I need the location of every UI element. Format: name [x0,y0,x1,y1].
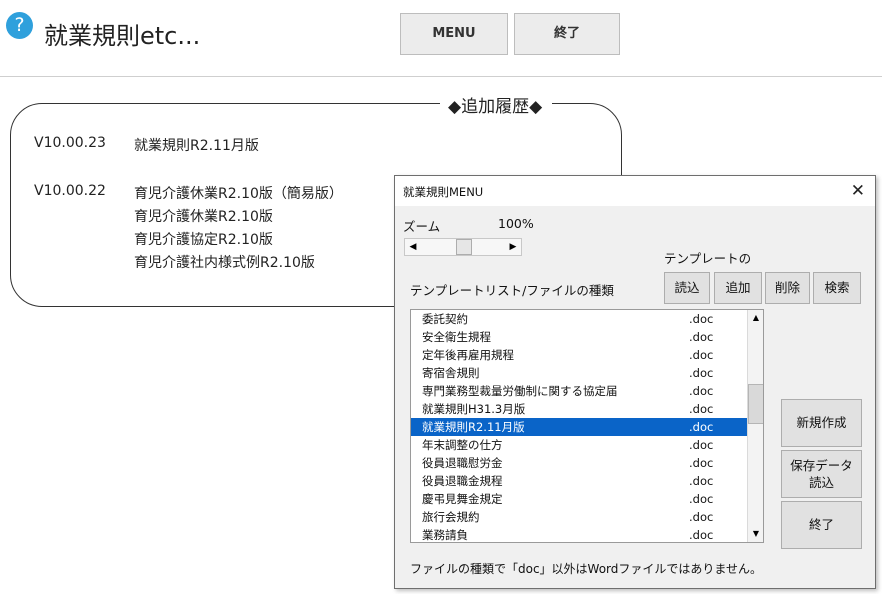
list-item-name: 就業規則R2.11月版 [422,420,525,434]
history-title: ◆追加履歴◆ [440,92,553,117]
list-item-ext: .doc [689,366,714,380]
list-item-name: 寄宿舎規則 [422,366,480,380]
list-item-ext: .doc [689,456,714,470]
scroll-up-icon[interactable]: ▲ [749,311,763,325]
scroll-left-icon[interactable]: ◀ [406,240,420,254]
zoom-scroll-thumb[interactable] [456,239,472,255]
scroll-right-icon[interactable]: ▶ [506,240,520,254]
search-button[interactable]: 検索 [813,272,861,304]
list-item-name: 委託契約 [422,312,468,326]
list-item-name: 就業規則H31.3月版 [422,402,526,416]
load-saved-data-button[interactable]: 保存データ 読込 [781,450,862,498]
list-item-name: 専門業務型裁量労働制に関する協定届 [422,384,618,398]
menu-button[interactable]: MENU [400,13,508,55]
close-icon[interactable]: ✕ [851,181,865,201]
read-button[interactable]: 読込 [664,272,710,304]
list-item-name: 業務請負 [422,528,468,542]
exit-button[interactable]: 終了 [514,13,620,55]
list-item[interactable]: 役員退職金規程 .doc [411,472,747,490]
list-item-ext: .doc [689,474,714,488]
list-header-label: テンプレートリスト/ファイルの種類 [410,283,614,298]
list-item[interactable]: 委託契約 .doc [411,310,747,328]
list-item-name: 定年後再雇用規程 [422,348,514,362]
new-document-button[interactable]: 新規作成 [781,399,862,447]
zoom-value: 100% [498,216,534,231]
list-item-name: 旅行会規約 [422,510,480,524]
list-item[interactable]: 安全衛生規程 .doc [411,328,747,346]
list-item-ext: .doc [689,330,714,344]
load-saved-line1: 保存データ [790,458,853,473]
dialog-exit-button[interactable]: 終了 [781,501,862,549]
list-item-ext: .doc [689,438,714,452]
template-list[interactable]: 委託契約 .doc 安全衛生規程 .doc 定年後再雇用規程 .doc 寄宿舎規則 .d… [410,309,764,543]
list-item[interactable]: 業務請負 .doc [411,526,747,542]
list-item[interactable]: 就業規則H31.3月版 .doc [411,400,747,418]
template-group-label: テンプレートの [664,251,752,266]
list-item[interactable]: 定年後再雇用規程 .doc [411,346,747,364]
scroll-down-icon[interactable]: ▼ [749,527,763,541]
add-button[interactable]: 追加 [714,272,762,304]
load-saved-line2: 読込 [808,475,834,490]
list-item-ext: .doc [689,348,714,362]
history-version: V10.00.22 [34,183,106,199]
list-item[interactable]: 専門業務型裁量労働制に関する協定届 .doc [411,382,747,400]
list-item-name: 年末調整の仕方 [422,438,503,452]
list-item-ext: .doc [689,420,714,434]
list-item[interactable]: 旅行会規約 .doc [411,508,747,526]
page-title: 就業規則etc... [44,22,201,50]
help-icon[interactable]: ? [6,12,33,39]
list-item[interactable]: 寄宿舎規則 .doc [411,364,747,382]
list-item-name: 慶弔見舞金規定 [422,492,503,506]
list-item-ext: .doc [689,402,714,416]
list-item-selected[interactable]: 就業規則R2.11月版 .doc [411,418,747,436]
delete-button[interactable]: 削除 [765,272,810,304]
header-divider [0,76,882,77]
dialog-title: 就業規則MENU [403,185,484,199]
list-scrollbar[interactable]: ▲ ▼ [747,310,763,542]
history-item: 育児介護休業R2.10版（簡易版） [134,186,343,202]
list-item-ext: .doc [689,492,714,506]
history-item: 育児介護協定R2.10版 [134,232,273,248]
list-item-ext: .doc [689,510,714,524]
history-item: 育児介護休業R2.10版 [134,209,273,225]
list-item-ext: .doc [689,384,714,398]
history-item: 育児介護社内様式例R2.10版 [134,255,315,271]
list-item-ext: .doc [689,312,714,326]
footer-note: ファイルの種類で「doc」以外はWordファイルではありません。 [410,562,763,576]
list-item-name: 役員退職慰労金 [422,456,503,470]
zoom-scrollbar[interactable]: ◀ ▶ [404,238,522,256]
list-item-name: 役員退職金規程 [422,474,503,488]
list-scroll-thumb[interactable] [748,384,763,424]
list-item[interactable]: 役員退職慰労金 .doc [411,454,747,472]
history-version: V10.00.23 [34,135,106,151]
zoom-label: ズーム [403,219,441,234]
list-item-name: 安全衛生規程 [422,330,491,344]
history-item: 就業規則R2.11月版 [134,138,259,154]
list-item[interactable]: 慶弔見舞金規定 .doc [411,490,747,508]
list-item[interactable]: 年末調整の仕方 .doc [411,436,747,454]
dialog-titlebar[interactable]: 就業規則MENU ✕ [395,176,875,206]
list-item-ext: .doc [689,528,714,542]
